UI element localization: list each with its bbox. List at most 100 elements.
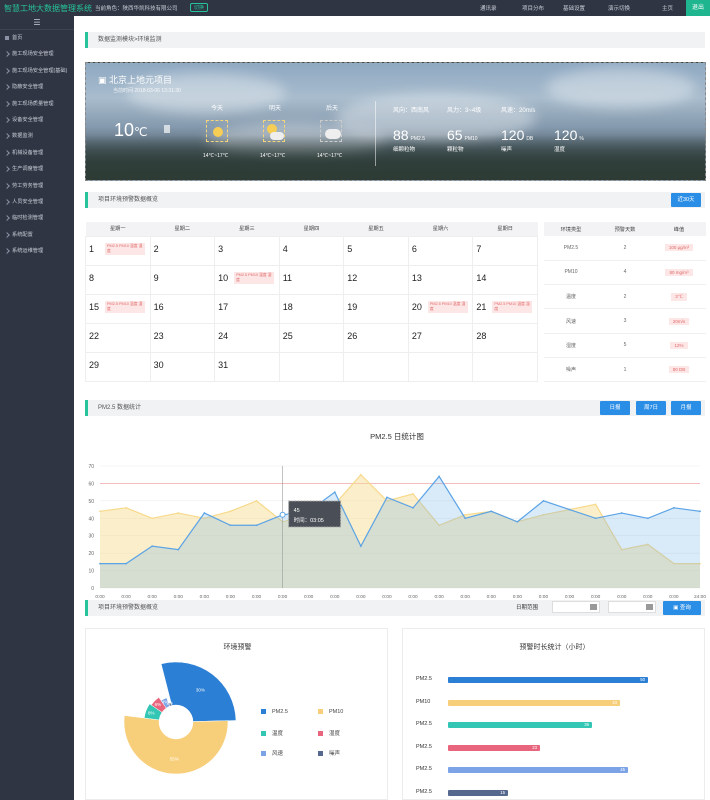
- calendar-day[interactable]: 26: [343, 322, 409, 353]
- calendar-icon: [590, 604, 597, 610]
- y-tick-label: 10: [88, 569, 94, 575]
- start-date-input[interactable]: [552, 601, 600, 613]
- metric-0: 88 PM2.5 细颗粒物: [393, 127, 425, 153]
- pie-slice: [123, 715, 229, 775]
- nav-contacts[interactable]: 通讯录: [480, 4, 497, 12]
- calendar-day[interactable]: [407, 351, 474, 382]
- calendar-day[interactable]: 16: [149, 293, 216, 324]
- metric-value: 120: [501, 127, 525, 143]
- calendar-day[interactable]: 21 PM2.5 PM10 温度 湿度: [472, 293, 538, 324]
- stat-type: 温度: [544, 284, 598, 310]
- day-tomorrow: 明天: [269, 106, 282, 112]
- sidebar-item[interactable]: 系统配置: [0, 227, 74, 243]
- data-point: [229, 524, 232, 527]
- data-point: [568, 508, 571, 511]
- calendar-day[interactable]: 13: [407, 264, 474, 295]
- calendar-day[interactable]: 30: [149, 351, 216, 382]
- switch-button[interactable]: 切换: [190, 3, 209, 12]
- calendar-day[interactable]: 25: [278, 322, 345, 353]
- breadcrumb: 数据监测模块>环境监测: [85, 32, 705, 48]
- menu-toggle-icon[interactable]: ☰: [0, 16, 74, 30]
- calendar-day[interactable]: 31: [214, 351, 280, 382]
- data-point: [516, 520, 519, 523]
- metric-1: 65 PM10 颗粒物: [447, 127, 478, 153]
- pie-label: 6%: [155, 702, 162, 707]
- calendar-day[interactable]: [278, 351, 345, 382]
- last-30-days-button[interactable]: 近30天: [671, 193, 701, 207]
- calendar-day[interactable]: [343, 351, 409, 382]
- day-number: 13: [411, 272, 422, 283]
- sidebar-item[interactable]: 机械设备管理: [0, 145, 74, 161]
- calendar-day[interactable]: 20 PM2.5 PM10 温度 湿度: [407, 293, 474, 324]
- hover-point: [279, 511, 286, 518]
- sidebar-item[interactable]: 隐蔽安全管理: [0, 79, 74, 95]
- monthly-report-button[interactable]: 月报: [671, 401, 701, 415]
- calendar-day[interactable]: [472, 351, 538, 382]
- calendar-day[interactable]: 14: [472, 264, 538, 295]
- calendar-day[interactable]: 7: [472, 235, 538, 266]
- legend-0: PM2.5: [261, 709, 288, 715]
- pm25-line-chart: PM2.5 日统计图0102030405060700:00 0:00 0:00 0:0…: [88, 431, 706, 600]
- weekday-header: 星期二: [150, 222, 215, 236]
- end-date-input[interactable]: [608, 601, 656, 613]
- stat-row: 风速 3 20m/s: [544, 308, 706, 334]
- calendar-day[interactable]: 18: [278, 293, 345, 324]
- data-point: [412, 492, 414, 495]
- calendar-day[interactable]: 5: [343, 235, 409, 266]
- sidebar-item[interactable]: 数据监测: [0, 128, 74, 144]
- calendar-day[interactable]: 19: [343, 293, 409, 324]
- warning-calendar: 星期一 星期二 星期三 星期四 星期五 星期六 星期日 1 PM2.5 PM10 温度 湿度 2 3…: [85, 222, 538, 382]
- sidebar-item-home[interactable]: 首页: [0, 30, 74, 46]
- sidebar-item[interactable]: 施工现场安全管理: [0, 46, 74, 62]
- sidebar-item[interactable]: 劳工劳务管理: [0, 178, 74, 194]
- calendar-day[interactable]: 27: [407, 322, 474, 353]
- calendar-day[interactable]: 15 PM2.5 PM10 温度 湿度: [85, 293, 151, 324]
- calendar-day[interactable]: 11: [278, 264, 345, 295]
- stat-row: 噪声 1 80 DB: [544, 357, 706, 383]
- pie-title: 环境预警: [223, 644, 252, 651]
- day-number: 23: [153, 330, 164, 341]
- calendar-day[interactable]: 1 PM2.5 PM10 温度 湿度: [85, 235, 151, 266]
- sidebar-item[interactable]: 系统运维管理: [0, 243, 74, 259]
- search-button[interactable]: ▣ 查询: [663, 601, 701, 615]
- nav-demo-switch[interactable]: 演示切换: [608, 4, 630, 12]
- daily-report-button[interactable]: 日报: [600, 401, 630, 415]
- pie-label: 30%: [196, 688, 205, 693]
- calendar-day[interactable]: 23: [149, 322, 216, 353]
- exit-button[interactable]: 退出: [686, 0, 710, 16]
- sidebar-item[interactable]: 施工现场安全管理(基础): [0, 63, 74, 79]
- nav-home[interactable]: 主页: [662, 4, 673, 12]
- calendar-day[interactable]: 9: [149, 264, 216, 295]
- calendar-day[interactable]: 28: [472, 322, 538, 353]
- nav-basic-settings[interactable]: 基础设置: [563, 4, 585, 12]
- bar-panel: 预警时长统计（小时） PM2.5 50 PM10 43 PM2.5 36 PM2.5 23 PM…: [402, 628, 705, 800]
- sidebar-item[interactable]: 设备安全管理: [0, 112, 74, 128]
- day-number: 4: [282, 243, 288, 254]
- calendar-day[interactable]: 24: [214, 322, 280, 353]
- sidebar-item[interactable]: 人员安全管理: [0, 194, 74, 210]
- stat-peak: 80 DB: [652, 357, 706, 383]
- sidebar-item[interactable]: 临时检测管理: [0, 210, 74, 226]
- calendar-day[interactable]: 12: [343, 264, 409, 295]
- data-point: [151, 545, 154, 548]
- calendar-day[interactable]: 3: [214, 235, 280, 266]
- calendar-day[interactable]: 6: [407, 235, 474, 266]
- weekly-report-button[interactable]: 周7日: [636, 401, 666, 415]
- sidebar-item[interactable]: 生产调度管理: [0, 161, 74, 177]
- bar-label: PM10: [416, 698, 431, 705]
- day-number: 3: [218, 243, 224, 254]
- calendar-day[interactable]: 17: [214, 293, 280, 324]
- sidebar-item[interactable]: 施工现场质量管理: [0, 96, 74, 112]
- calendar-day[interactable]: 4: [278, 235, 345, 266]
- calendar-day[interactable]: 22: [85, 322, 151, 353]
- calendar-day[interactable]: 8: [85, 264, 151, 295]
- calendar-day[interactable]: 2: [149, 235, 216, 266]
- nav-project-distribution[interactable]: 项目分布: [522, 4, 544, 12]
- bar-2: 36: [448, 722, 592, 728]
- calendar-day[interactable]: 29: [85, 351, 151, 382]
- pie-label: 55%: [170, 756, 179, 761]
- warning-tag: PM2.5 PM10 温度 湿度: [105, 300, 145, 313]
- day-number: 7: [476, 243, 482, 254]
- tooltip-value: 45: [294, 508, 300, 514]
- calendar-day[interactable]: 10 PM2.5 PM10 温度 湿度: [214, 264, 280, 295]
